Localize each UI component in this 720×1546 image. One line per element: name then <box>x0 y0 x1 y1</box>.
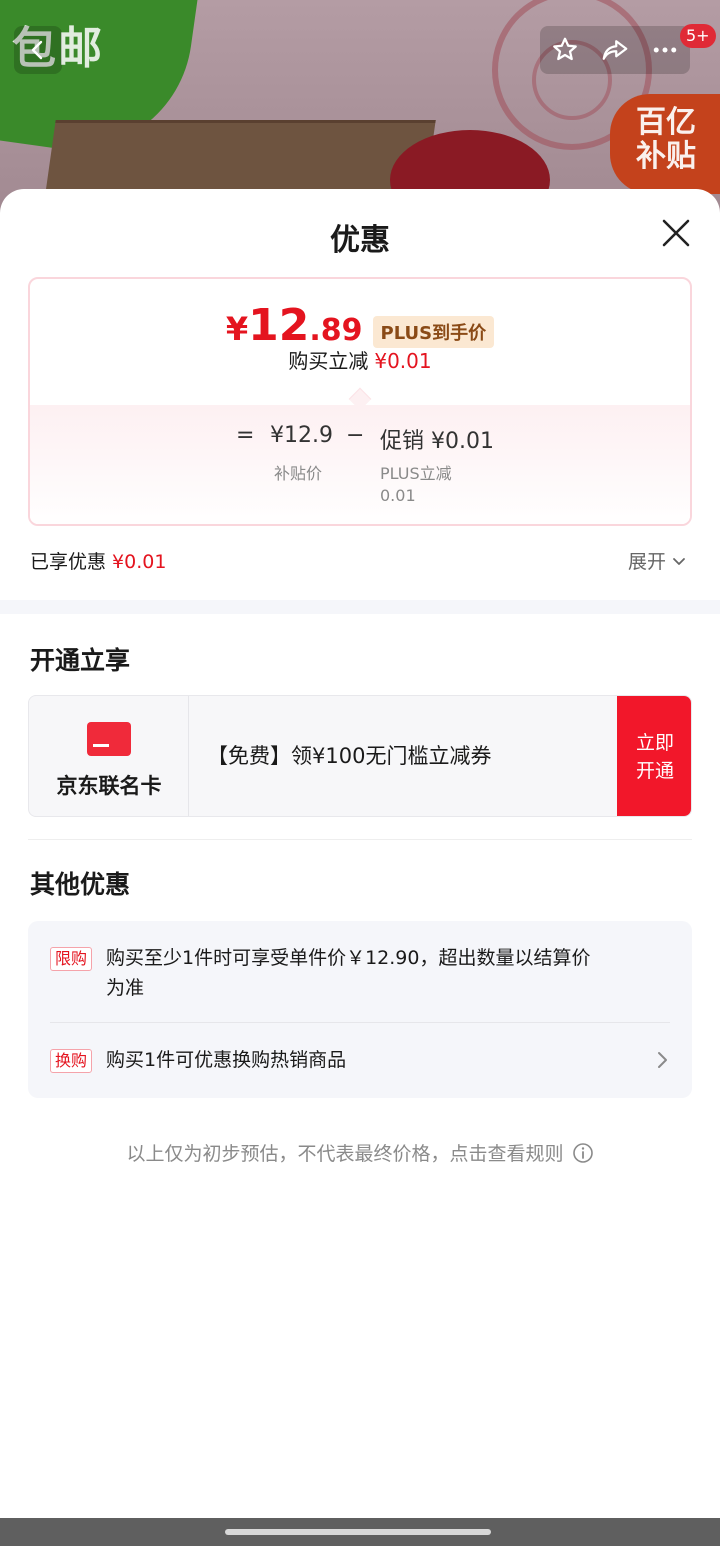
equals-sign: = <box>236 423 255 448</box>
info-icon[interactable] <box>572 1142 594 1164</box>
footnote-text: 以上仅为初步预估，不代表最终价格，点击查看规则 <box>126 1143 564 1165</box>
minus-sign: − <box>346 423 365 448</box>
open-now-line1: 立即 <box>635 732 674 754</box>
enjoyed-discount: 已享优惠 ¥0.01 <box>30 547 166 574</box>
subsidy-price-label: 补贴价 <box>274 464 323 483</box>
more-icon[interactable] <box>650 35 680 65</box>
enjoyed-value: ¥0.01 <box>112 551 167 573</box>
section-separator <box>0 600 720 614</box>
share-icon[interactable] <box>600 35 630 65</box>
message-count-badge: 5+ <box>680 24 716 48</box>
list-divider <box>50 1022 670 1023</box>
exchange-offer-text: 购买1件可优惠换购热销商品 <box>106 1049 347 1071</box>
reduce-value: ¥0.01 <box>374 349 432 373</box>
other-section-title: 其他优惠 <box>30 870 131 899</box>
cobrand-card-info: 京东联名卡 <box>29 696 189 816</box>
credit-card-icon <box>87 722 131 756</box>
other-offers-list: 限购 购买至少1件时可享受单件价￥12.90，超出数量以结算价 为准 换购 购买… <box>28 921 692 1098</box>
purchase-reduce-line: 购买立减 ¥0.01 <box>30 345 690 374</box>
rules-footnote[interactable]: 以上仅为初步预估，不代表最终价格，点击查看规则 <box>0 1139 720 1166</box>
limit-offer-text: 购买至少1件时可享受单件价￥12.90，超出数量以结算价 为准 <box>106 943 590 1003</box>
price-breakdown-card: ¥12.89 PLUS到手价 购买立减 ¥0.01 = ¥12.9 补贴价 − 促… <box>28 277 692 526</box>
enjoyed-label: 已享优惠 <box>30 551 107 573</box>
close-button[interactable] <box>656 213 696 253</box>
subsidy-price: ¥12.9 <box>270 423 333 448</box>
system-nav-bar <box>0 1518 720 1546</box>
plus-price-tag: PLUS到手价 <box>372 316 495 348</box>
exchange-tag: 换购 <box>50 1049 93 1073</box>
reduce-label: 购买立减 <box>288 349 369 373</box>
subsidy-badge-text: 百亿 补贴 <box>636 106 696 174</box>
chevron-down-icon <box>673 557 685 565</box>
price-decimal: .89 <box>309 313 363 348</box>
open-section-title: 开通立享 <box>30 646 131 675</box>
chevron-right-icon <box>658 1052 667 1068</box>
cobrand-card-name: 京东联名卡 <box>56 774 162 798</box>
plus-reduce-label: PLUS立减 <box>380 464 452 483</box>
discount-sheet: 优惠 ¥12.89 PLUS到手价 购买立减 ¥0.01 = ¥12.9 补贴价 … <box>0 189 720 1518</box>
price-integer: 12 <box>248 300 310 351</box>
limit-tag: 限购 <box>50 947 93 971</box>
limit-offer-line1: 购买至少1件时可享受单件价￥12.90，超出数量以结算价 <box>106 947 591 969</box>
cobrand-card-offer[interactable]: 京东联名卡 【免费】领¥100无门槛立减券 立即 开通 <box>28 695 692 817</box>
expand-button[interactable]: 展开 <box>628 547 688 574</box>
sheet-title: 优惠 <box>330 223 390 258</box>
top-action-bar <box>540 26 690 74</box>
favorite-icon[interactable] <box>550 35 580 65</box>
open-now-line2: 开通 <box>635 760 674 782</box>
subsidy-line2: 补贴 <box>636 139 696 174</box>
back-button[interactable] <box>14 26 62 74</box>
expand-label: 展开 <box>628 551 667 573</box>
chevron-left-icon <box>31 40 43 60</box>
currency-symbol: ¥ <box>225 310 249 348</box>
open-now-button[interactable]: 立即 开通 <box>617 696 691 816</box>
divider <box>28 839 692 840</box>
plus-reduce-value: 0.01 <box>380 486 416 505</box>
price-formula: = ¥12.9 补贴价 − 促销 ¥0.01 PLUS立减 0.01 <box>30 405 690 524</box>
coupon-offer-text: 【免费】领¥100无门槛立减券 <box>207 744 492 768</box>
close-icon <box>662 219 690 247</box>
limit-offer-line2: 为准 <box>106 977 145 999</box>
promo-discount: 促销 ¥0.01 <box>380 429 494 454</box>
home-indicator[interactable] <box>225 1529 491 1535</box>
subsidy-line1: 百亿 <box>636 105 696 140</box>
